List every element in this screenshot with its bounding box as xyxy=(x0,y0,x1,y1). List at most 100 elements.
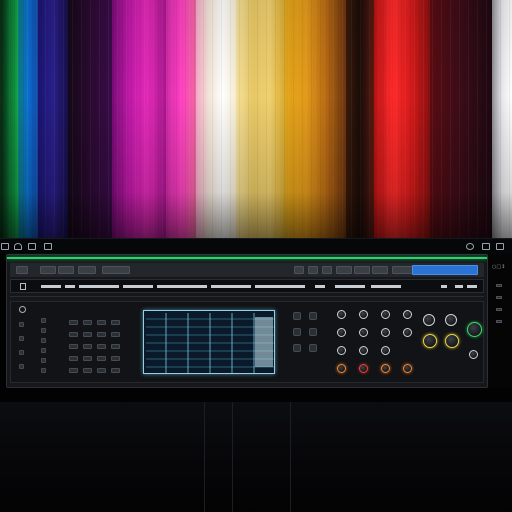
pad-button[interactable] xyxy=(83,344,92,349)
transport-button[interactable] xyxy=(294,266,304,274)
track-marker xyxy=(455,285,463,288)
track-marker xyxy=(255,285,305,288)
knob[interactable] xyxy=(337,328,346,337)
window-icon[interactable] xyxy=(482,243,490,250)
pad-button[interactable] xyxy=(83,368,92,373)
knob-icon[interactable] xyxy=(19,306,26,313)
toolbar xyxy=(10,263,484,277)
color-band xyxy=(0,0,18,240)
pad-button[interactable] xyxy=(111,344,120,349)
knob[interactable] xyxy=(359,328,368,337)
track-marker xyxy=(315,285,325,288)
side-indicator xyxy=(496,308,502,311)
selected-step-block[interactable] xyxy=(255,317,273,367)
pad-button[interactable] xyxy=(83,356,92,361)
knob[interactable] xyxy=(359,310,368,319)
side-button[interactable] xyxy=(41,338,46,343)
pad-button[interactable] xyxy=(83,332,92,337)
knob[interactable] xyxy=(381,328,390,337)
matrix-button[interactable] xyxy=(309,328,317,336)
matrix-button[interactable] xyxy=(293,328,301,336)
status-strip xyxy=(7,257,487,259)
file-icon[interactable] xyxy=(20,283,26,290)
matrix-button[interactable] xyxy=(293,344,301,352)
side-button[interactable] xyxy=(19,336,24,341)
track-marker xyxy=(335,285,365,288)
sequencer-grid xyxy=(146,313,274,373)
sequencer-display[interactable] xyxy=(143,310,275,374)
pad-button[interactable] xyxy=(111,332,120,337)
grid-icon[interactable] xyxy=(44,243,52,250)
matrix-button[interactable] xyxy=(309,344,317,352)
knob[interactable] xyxy=(359,364,368,373)
knob[interactable] xyxy=(445,334,459,348)
divider xyxy=(290,402,291,512)
track-marker xyxy=(157,285,207,288)
stop-icon[interactable] xyxy=(78,266,96,274)
pad-button[interactable] xyxy=(111,356,120,361)
side-button[interactable] xyxy=(41,328,46,333)
knob[interactable] xyxy=(403,328,412,337)
track-marker xyxy=(441,285,447,288)
pad-button[interactable] xyxy=(97,344,106,349)
home-icon[interactable] xyxy=(14,243,22,250)
side-button[interactable] xyxy=(41,318,46,323)
knob[interactable] xyxy=(423,314,435,326)
transport-button[interactable] xyxy=(322,266,332,274)
knob[interactable] xyxy=(359,346,368,355)
matrix-button[interactable] xyxy=(293,312,301,320)
track-marker xyxy=(123,285,153,288)
pad-button[interactable] xyxy=(69,332,78,337)
knob[interactable] xyxy=(381,346,390,355)
knob[interactable] xyxy=(381,310,390,319)
side-button[interactable] xyxy=(19,364,24,369)
transport-button[interactable] xyxy=(308,266,318,274)
pad-button[interactable] xyxy=(111,320,120,325)
square-icon[interactable] xyxy=(28,243,36,250)
screen-icon[interactable] xyxy=(16,266,28,274)
color-band xyxy=(346,0,374,240)
pad-button[interactable] xyxy=(69,320,78,325)
knob[interactable] xyxy=(337,346,346,355)
pad-button[interactable] xyxy=(69,368,78,373)
side-button[interactable] xyxy=(19,322,24,327)
divider xyxy=(10,296,484,297)
matrix-button[interactable] xyxy=(309,312,317,320)
knob[interactable] xyxy=(445,314,457,326)
window-icon[interactable] xyxy=(1,243,9,250)
color-band xyxy=(166,0,196,240)
color-band xyxy=(374,0,430,240)
track-marker xyxy=(65,285,75,288)
pad-button[interactable] xyxy=(97,320,106,325)
side-button[interactable] xyxy=(41,348,46,353)
play-icon[interactable] xyxy=(58,266,74,274)
pad-button[interactable] xyxy=(111,368,120,373)
knob[interactable] xyxy=(337,310,346,319)
knob[interactable] xyxy=(467,322,482,337)
pad-button[interactable] xyxy=(83,320,92,325)
pad-button[interactable] xyxy=(69,356,78,361)
pad-button[interactable] xyxy=(69,344,78,349)
knob[interactable] xyxy=(403,364,412,373)
knob[interactable] xyxy=(469,350,478,359)
side-button[interactable] xyxy=(19,350,24,355)
pad-button[interactable] xyxy=(97,332,106,337)
knob[interactable] xyxy=(423,334,437,348)
knob[interactable] xyxy=(403,310,412,319)
side-button[interactable] xyxy=(41,368,46,373)
record-icon[interactable] xyxy=(102,266,130,274)
note-icon[interactable] xyxy=(40,266,56,274)
selected-track-bar[interactable] xyxy=(412,265,478,275)
maximize-icon[interactable] xyxy=(496,243,504,250)
settings-icon[interactable] xyxy=(466,243,474,250)
mode-button[interactable] xyxy=(372,266,388,274)
side-button[interactable] xyxy=(41,358,46,363)
mode-button[interactable] xyxy=(354,266,370,274)
mode-button[interactable] xyxy=(336,266,352,274)
track-marker xyxy=(41,285,61,288)
pad-button[interactable] xyxy=(97,368,106,373)
pad-button[interactable] xyxy=(97,356,106,361)
knob[interactable] xyxy=(337,364,346,373)
track-marker xyxy=(79,285,119,288)
knob[interactable] xyxy=(381,364,390,373)
